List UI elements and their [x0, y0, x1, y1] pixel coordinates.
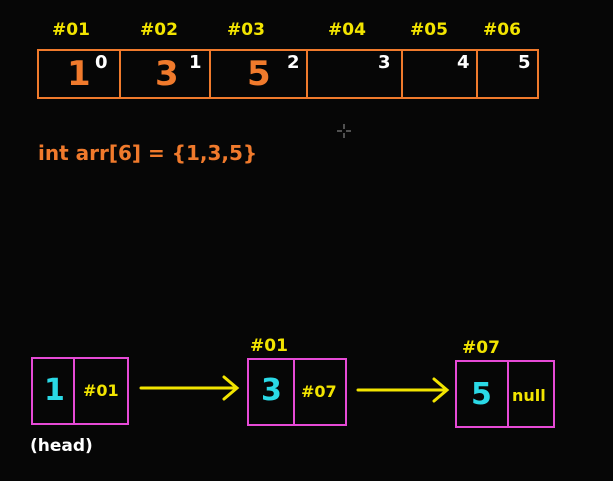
node-arrows [139, 375, 450, 403]
arrow-icon [356, 377, 450, 403]
arrow-icon [139, 375, 240, 401]
